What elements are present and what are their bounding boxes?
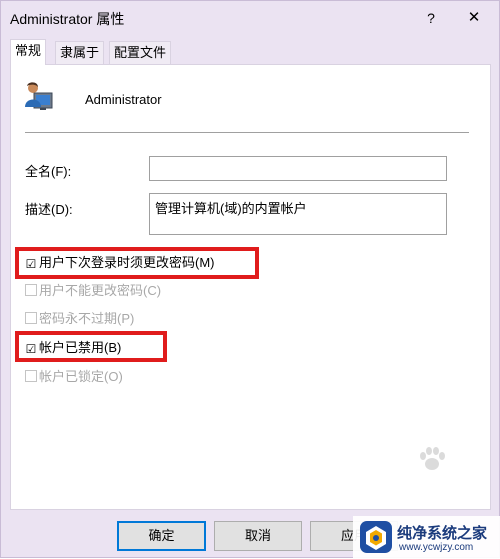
user-account-icon — [25, 82, 53, 110]
full-name-label: 全名(F): — [25, 164, 72, 179]
checkbox-empty-icon[interactable] — [25, 284, 37, 296]
title-bar[interactable]: Administrator 属性 ? ✕ — [1, 1, 499, 35]
description-input[interactable]: 管理计算机(域)的内置帐户 — [149, 193, 447, 235]
watermark-url: www.ycwjzy.com — [399, 542, 474, 553]
checkbox-empty-icon[interactable] — [25, 370, 37, 382]
tab-general[interactable]: 常规 — [10, 39, 47, 65]
site-logo-icon — [360, 521, 392, 553]
paw-watermark-icon — [420, 447, 445, 470]
help-button[interactable]: ? — [416, 6, 446, 30]
watermark-name: 纯净系统之家 — [397, 525, 488, 542]
checkbox-label: 帐户已锁定(O) — [39, 369, 123, 384]
properties-window: Administrator 属性 ? ✕ 常规 隶属于 配置文件 Adminis… — [0, 0, 500, 559]
ok-button[interactable]: 确定 — [117, 521, 206, 551]
section-divider — [25, 132, 469, 133]
checkbox-password-never-expires[interactable]: 密码永不过期(P) — [25, 310, 134, 328]
site-watermark: 纯净系统之家 www.ycwjzy.com — [353, 516, 500, 559]
highlight-box — [15, 331, 167, 362]
tab-member-of[interactable]: 隶属于 — [55, 41, 105, 64]
highlight-box — [15, 247, 259, 279]
cancel-button[interactable]: 取消 — [214, 521, 302, 551]
window-title: Administrator 属性 — [10, 11, 125, 27]
tab-profile[interactable]: 配置文件 — [109, 41, 172, 64]
close-button[interactable]: ✕ — [459, 6, 489, 30]
full-name-input[interactable] — [149, 156, 447, 181]
description-label: 描述(D): — [25, 202, 73, 217]
checkbox-cannot-change-password[interactable]: 用户不能更改密码(C) — [25, 282, 161, 300]
checkbox-label: 密码永不过期(P) — [39, 311, 135, 326]
checkbox-label: 用户不能更改密码(C) — [39, 283, 162, 298]
user-name-label: Administrator — [85, 92, 162, 107]
checkbox-account-locked[interactable]: 帐户已锁定(O) — [25, 368, 123, 386]
checkbox-empty-icon[interactable] — [25, 312, 37, 324]
